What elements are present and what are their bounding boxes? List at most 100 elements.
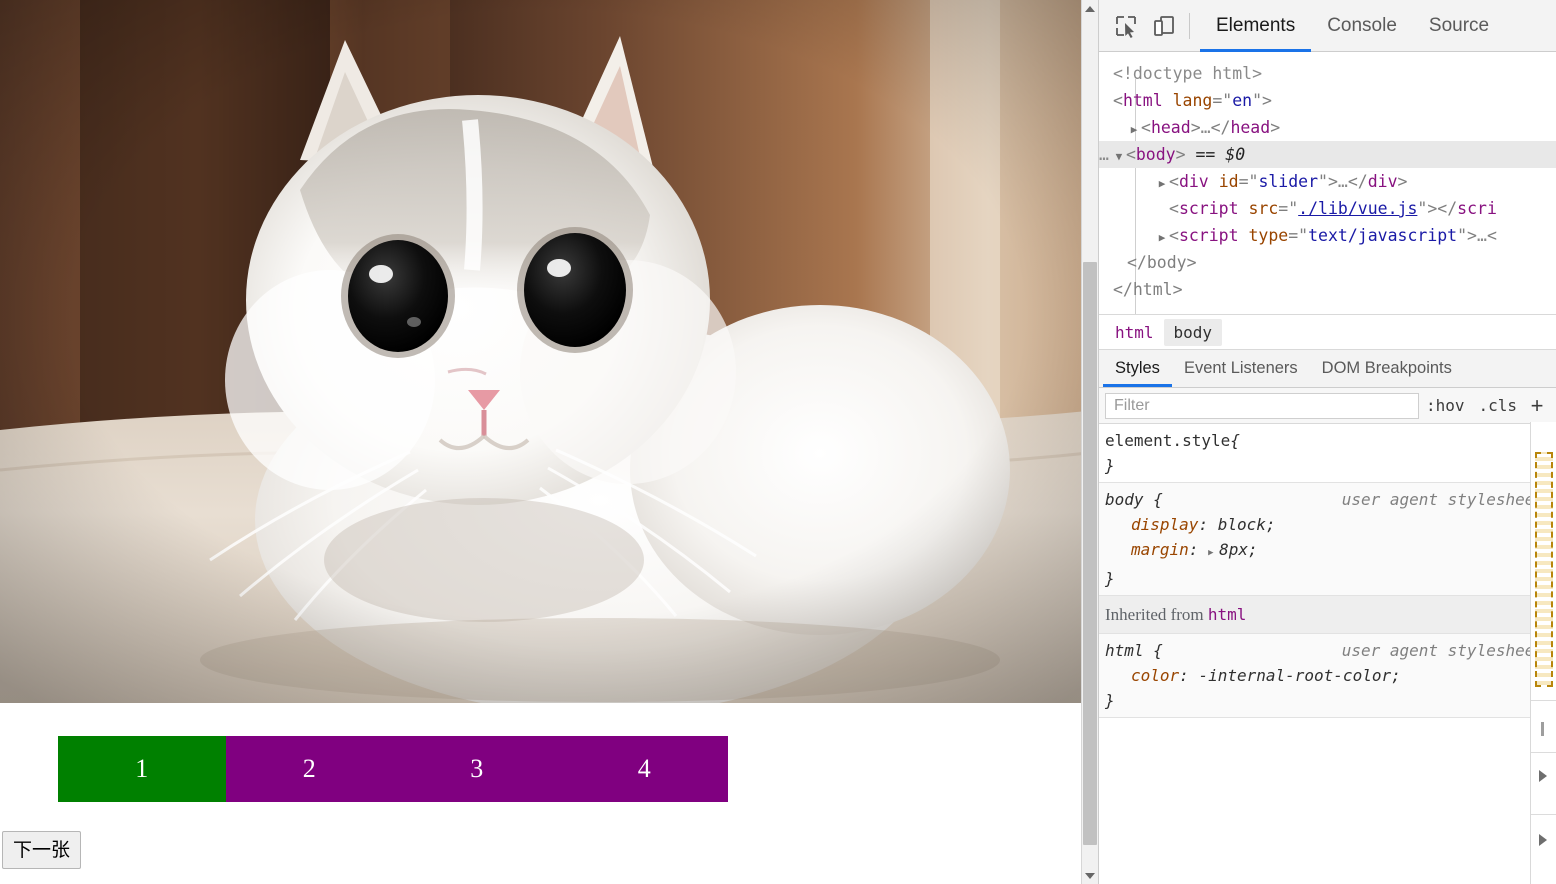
rail-divider-3 [1531, 814, 1556, 815]
decl-display-prop[interactable]: display [1131, 515, 1198, 534]
scroll-up-button[interactable] [1082, 0, 1098, 17]
body-twisty-icon[interactable] [1112, 143, 1126, 170]
decl-margin-semi: ; [1247, 540, 1258, 559]
html-close-brace: } [1105, 691, 1115, 710]
scriptv-src-attr[interactable]: src [1248, 199, 1278, 218]
styles-rules-list: element.style{ } body { user agent style… [1099, 424, 1556, 718]
div-id-value[interactable]: slider [1258, 172, 1318, 191]
dom-row-body[interactable]: … <body> == $0 [1099, 141, 1556, 168]
inherited-source-tag[interactable]: html [1208, 605, 1247, 624]
scripti-type-value[interactable]: text/javascript [1308, 226, 1457, 245]
inherited-from-header: Inherited from html [1099, 596, 1556, 634]
box-model-diagram[interactable] [1535, 452, 1553, 687]
scripti-ellipsis: … [1477, 226, 1487, 245]
html-open-punc-gt: "> [1252, 91, 1272, 110]
decl-margin-prop[interactable]: margin [1131, 540, 1189, 559]
dom-row-script-inline[interactable]: <script type="text/javascript">…< [1099, 222, 1556, 249]
slider-tab-1[interactable]: 1 [58, 736, 226, 802]
decl-display-value[interactable]: block [1218, 515, 1266, 534]
decl-color-semi: ; [1391, 666, 1401, 685]
rail-section-expand-1-icon[interactable] [1539, 770, 1547, 782]
body-more-dots[interactable]: … [1099, 145, 1110, 164]
decl-display[interactable]: display: block; [1105, 512, 1556, 537]
scroll-down-button[interactable] [1082, 867, 1098, 884]
head-punc-lt: < [1141, 118, 1151, 137]
slider-tab-1-label: 1 [135, 754, 149, 783]
scripti-type-attr[interactable]: type [1248, 226, 1288, 245]
decl-color[interactable]: color: -internal-root-color; [1105, 663, 1556, 688]
body-selector[interactable]: body [1105, 490, 1144, 509]
rail-scroll-thumb[interactable] [1541, 722, 1544, 736]
tab-event-listeners[interactable]: Event Listeners [1172, 349, 1310, 387]
element-style-selector[interactable]: element.style [1105, 431, 1230, 450]
tab-console[interactable]: Console [1311, 0, 1413, 52]
head-close-tag: head [1230, 118, 1271, 137]
body-selected-marker: == $0 [1195, 145, 1246, 164]
rule-element-style-head: element.style{ [1105, 428, 1556, 453]
dom-tree: <!doctype html> <html lang="en"> <head>…… [1099, 52, 1556, 314]
scrollbar-thumb[interactable] [1083, 262, 1097, 845]
decl-color-value[interactable]: -internal-root-color [1198, 666, 1391, 685]
device-toolbar-icon[interactable] [1145, 7, 1183, 45]
html-attr-eq: =" [1212, 91, 1233, 110]
dom-row-body-close[interactable]: </body> [1099, 249, 1556, 276]
div-id-attr[interactable]: id [1219, 172, 1239, 191]
decl-margin[interactable]: margin: 8px; [1105, 537, 1556, 566]
devtools-tab-list: Elements Console Source [1200, 0, 1505, 52]
dom-row-doctype[interactable]: <!doctype html> [1099, 60, 1556, 87]
inspect-cursor-icon[interactable] [1107, 7, 1145, 45]
page-viewport: 1 2 3 4 下一张 [0, 0, 1098, 884]
dom-row-script-vue[interactable]: <script src="./lib/vue.js"></scri [1099, 195, 1556, 222]
head-twisty-icon[interactable] [1127, 116, 1141, 143]
element-style-open-brace: { [1230, 431, 1240, 450]
new-style-rule-button[interactable]: + [1524, 393, 1550, 419]
inherited-prefix: Inherited from [1105, 605, 1204, 624]
slider-tab-bar[interactable]: 1 2 3 4 [58, 736, 728, 802]
tab-sources[interactable]: Source [1413, 0, 1505, 52]
dom-row-html-close[interactable]: </html> [1099, 276, 1556, 303]
head-tag: head [1150, 118, 1191, 137]
cat-image[interactable] [0, 0, 1098, 703]
div-slider-twisty-icon[interactable] [1155, 170, 1169, 197]
script-inline-twisty-icon[interactable] [1155, 224, 1169, 251]
decl-color-prop[interactable]: color [1131, 666, 1179, 685]
dom-row-html-open[interactable]: <html lang="en"> [1099, 87, 1556, 114]
head-close-punc-gt: > [1270, 118, 1281, 137]
html-lang-value[interactable]: en [1232, 91, 1252, 110]
hov-toggle[interactable]: :hov [1419, 396, 1472, 415]
styles-tab-list: Styles Event Listeners DOM Breakpoints [1099, 350, 1556, 388]
styles-filter-input[interactable] [1105, 392, 1419, 419]
html-selector[interactable]: html [1105, 641, 1144, 660]
page-scrollbar[interactable] [1081, 0, 1098, 884]
tab-elements[interactable]: Elements [1200, 0, 1311, 52]
slider-tab-4[interactable]: 4 [560, 736, 728, 802]
dom-row-div-slider[interactable]: <div id="slider">…</div> [1099, 168, 1556, 195]
rule-html[interactable]: html { user agent stylesheet color: -int… [1099, 634, 1556, 718]
tab-styles[interactable]: Styles [1103, 349, 1172, 387]
rule-body[interactable]: body { user agent stylesheet display: bl… [1099, 483, 1556, 596]
div-punc-lt: < [1169, 172, 1179, 191]
scripti-trail: < [1486, 226, 1497, 245]
dom-row-head[interactable]: <head>…</head> [1099, 114, 1556, 141]
decl-color-colon: : [1179, 666, 1199, 685]
scriptv-attr-eq: =" [1278, 199, 1299, 218]
scriptv-tag: script [1178, 199, 1239, 218]
margin-expand-icon[interactable] [1208, 541, 1219, 566]
breadcrumb-html[interactable]: html [1105, 319, 1164, 346]
tab-dom-breakpoints[interactable]: DOM Breakpoints [1310, 349, 1464, 387]
scripti-attr-endq: "> [1457, 226, 1477, 245]
next-image-button[interactable]: 下一张 [2, 831, 82, 869]
html-lang-attr[interactable]: lang [1173, 91, 1213, 110]
html-open-tag: html [1122, 91, 1163, 110]
cls-toggle[interactable]: .cls [1471, 396, 1524, 415]
breadcrumb-body[interactable]: body [1163, 318, 1223, 346]
rule-element-style[interactable]: element.style{ } [1099, 424, 1556, 483]
rule-html-head: html { user agent stylesheet [1105, 638, 1556, 663]
slider-tab-2[interactable]: 2 [225, 736, 393, 802]
body-close-text: </body> [1127, 253, 1197, 272]
decl-margin-value[interactable]: 8px [1219, 540, 1248, 559]
inspect-cursor-glyph [1116, 15, 1136, 38]
vue-js-link[interactable]: ./lib/vue.js [1298, 199, 1417, 218]
slider-tab-3[interactable]: 3 [393, 736, 561, 802]
rail-section-expand-2-icon[interactable] [1539, 834, 1547, 846]
